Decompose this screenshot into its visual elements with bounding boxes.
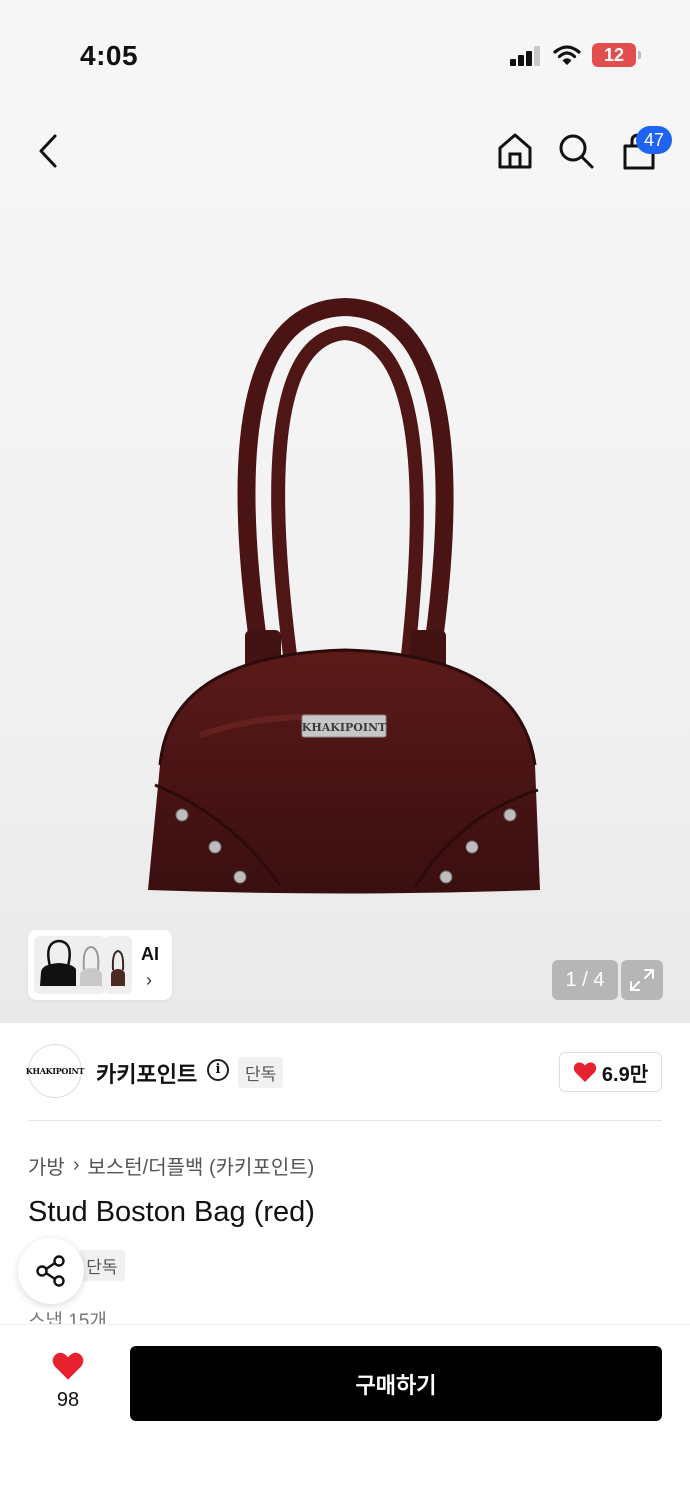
- brand-row: KHAKIPOINT 카키포인트 i 단독 6.9만: [0, 1040, 690, 1104]
- status-bar: 4:05 12: [0, 0, 690, 110]
- cart-count-badge: 47: [636, 126, 672, 154]
- chevron-left-icon: [39, 134, 57, 168]
- divider: [28, 1120, 662, 1121]
- exclusive-tag: 단독: [79, 1250, 125, 1281]
- expand-icon: [630, 969, 654, 991]
- bag-thumbnail-icon: [111, 949, 125, 986]
- bag-brand-plate: KHAKIPOINT: [302, 721, 387, 734]
- breadcrumb-subcategory[interactable]: 보스턴/더플백 (카키포인트): [87, 1151, 314, 1180]
- info-icon[interactable]: i: [207, 1059, 229, 1081]
- wishlist-button[interactable]: 98: [28, 1351, 108, 1421]
- battery-indicator: 12: [592, 43, 641, 67]
- product-image[interactable]: KHAKIPOINT: [130, 295, 560, 905]
- image-page-indicator: 1 / 4: [552, 960, 618, 1000]
- brand-logo[interactable]: KHAKIPOINT: [26, 1044, 85, 1098]
- breadcrumb-category[interactable]: 가방: [28, 1151, 65, 1180]
- share-icon: [36, 1255, 65, 1287]
- status-time: 4:05: [80, 40, 139, 71]
- back-button[interactable]: [28, 128, 68, 174]
- product-title: Stud Boston Bag (red): [28, 1196, 315, 1228]
- top-nav: [0, 118, 690, 188]
- heart-icon: [573, 1062, 597, 1082]
- heart-icon: [52, 1352, 84, 1380]
- thumbnail-brown-bag: [104, 936, 132, 994]
- cellular-signal-icon: [510, 46, 542, 66]
- thumbnail-silver-bag: [76, 936, 106, 994]
- share-button[interactable]: [18, 1238, 84, 1304]
- expand-image-button[interactable]: [621, 960, 663, 1000]
- home-button[interactable]: [494, 130, 536, 172]
- breadcrumb: 가방 › 보스턴/더플백 (카키포인트): [28, 1151, 314, 1180]
- breadcrumb-separator: ›: [72, 1154, 80, 1176]
- bottom-action-bar: 98 구매하기: [0, 1324, 690, 1500]
- search-button[interactable]: [555, 130, 597, 172]
- wishlist-count: 98: [56, 1389, 80, 1411]
- bag-thumbnail-icon: [80, 945, 102, 986]
- ai-similar-products[interactable]: AI ›: [28, 930, 172, 1000]
- wifi-icon: [553, 45, 581, 65]
- brand-like-button[interactable]: 6.9만: [559, 1052, 662, 1092]
- buy-button[interactable]: 구매하기: [130, 1346, 662, 1421]
- exclusive-tag: 단독: [238, 1057, 284, 1088]
- home-icon: [498, 133, 532, 169]
- search-icon: [559, 134, 594, 169]
- brand-name[interactable]: 카키포인트: [96, 1057, 197, 1089]
- chevron-right-icon: ›: [146, 970, 152, 990]
- brand-like-count: 6.9만: [601, 1063, 649, 1086]
- ai-label: AI: [141, 944, 159, 964]
